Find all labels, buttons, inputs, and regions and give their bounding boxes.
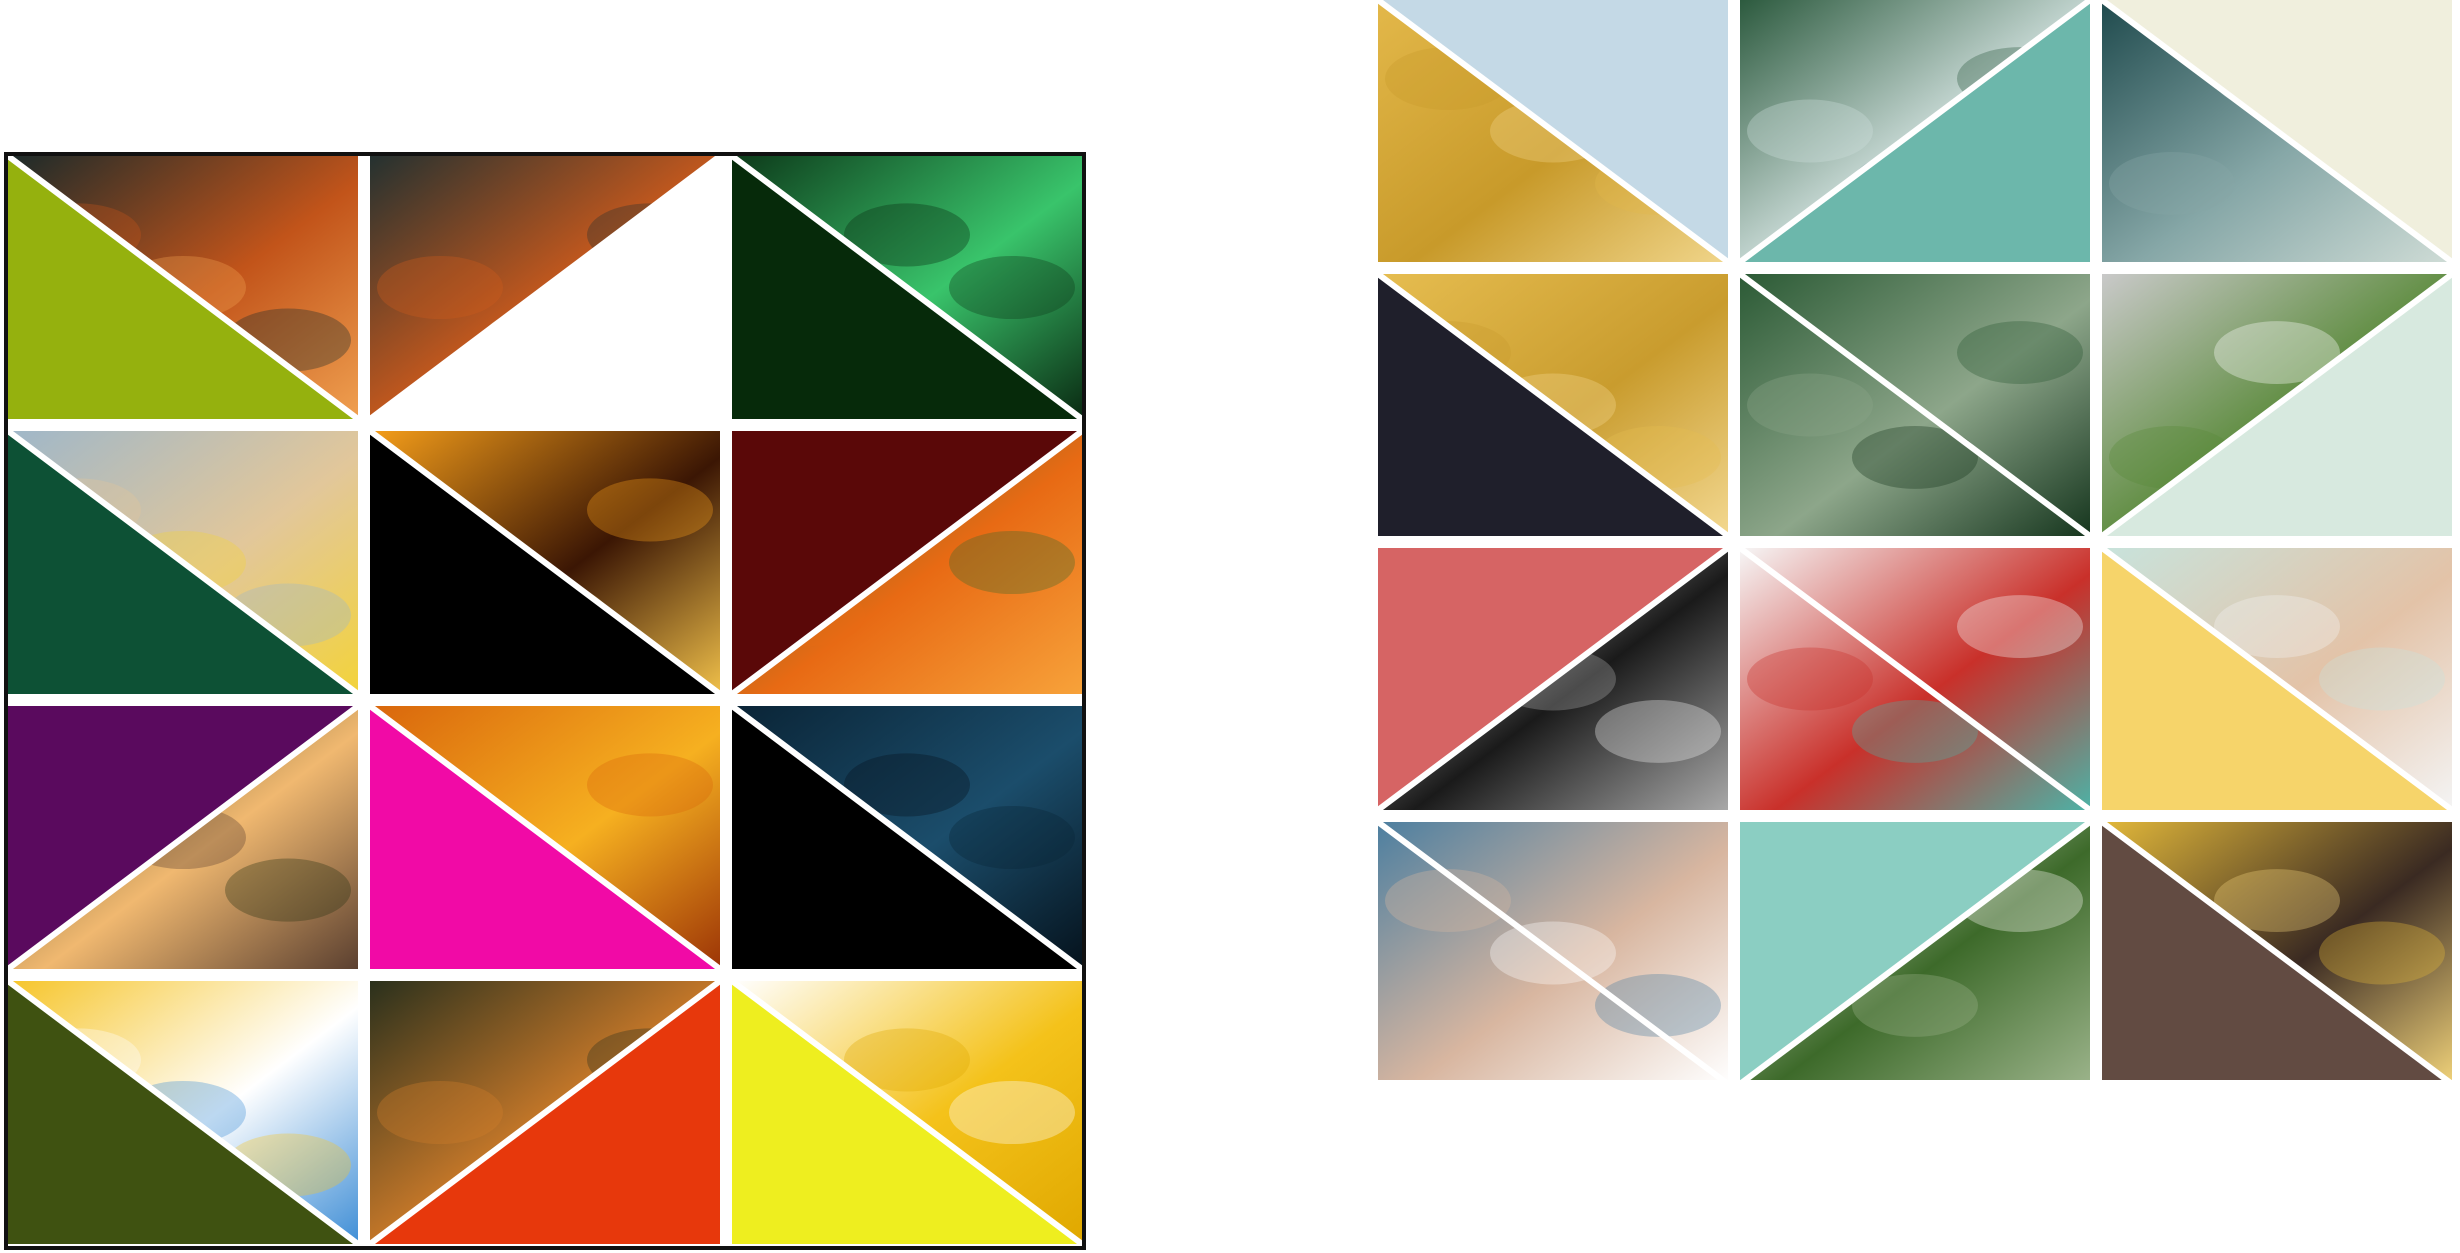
photo-texture	[949, 255, 1075, 320]
tile-smiley-on-beach	[8, 428, 360, 697]
photo-texture	[2109, 151, 2235, 215]
left-collage	[8, 156, 1084, 1246]
left-collage-svg	[8, 156, 1084, 1246]
tile-emoji-balloons	[730, 978, 1084, 1246]
photo-texture	[377, 255, 503, 320]
photo-texture	[1957, 321, 2083, 385]
photo-texture	[1747, 99, 1873, 163]
tile-yellow-knit-and-bag	[2100, 819, 2452, 1080]
photo-texture	[587, 478, 713, 542]
tile-woman-mint-sweater	[2100, 545, 2454, 813]
tile-potted-plant	[1740, 819, 2092, 1080]
tile-forest-path-sunlight	[8, 703, 360, 972]
tile-smiley-balls-closeup	[368, 703, 722, 972]
photo-texture	[1747, 647, 1873, 711]
photo-texture	[377, 1080, 503, 1145]
photo-texture	[1385, 869, 1511, 933]
photo-texture	[587, 753, 713, 817]
tile-mountain-ridge	[2100, 0, 2454, 265]
tile-night-forest-autumn	[8, 156, 360, 422]
photo-texture	[2319, 647, 2445, 711]
tile-kitchen-clock-rail	[1738, 545, 2092, 813]
tile-forest-path-dusk	[368, 978, 722, 1246]
photo-texture	[949, 530, 1075, 595]
tile-green-wave	[730, 156, 1084, 422]
tile-woman-in-yellow-flowers-2	[1378, 271, 1730, 539]
tile-box-outline-print	[2100, 271, 2454, 539]
photo-texture	[2319, 921, 2445, 985]
tile-moon-night-sky	[730, 703, 1084, 972]
right-collage-svg	[1378, 0, 2454, 1080]
photo-texture	[225, 858, 351, 922]
tile-woman-in-yellow-flowers	[1378, 0, 1730, 265]
tile-pans-and-sieve	[1378, 545, 1730, 813]
photo-texture	[1957, 595, 2083, 659]
photo-texture	[1747, 373, 1873, 437]
tile-full-moon-lake	[368, 156, 722, 422]
photo-texture	[949, 805, 1075, 870]
photo-texture	[1595, 699, 1721, 763]
photo-texture	[1595, 973, 1721, 1037]
tile-snowy-mountains-pines	[1738, 0, 2092, 265]
right-collage	[1378, 0, 2460, 1080]
photo-texture	[949, 1080, 1075, 1145]
tile-cartoon-smiley	[8, 978, 360, 1246]
tile-man-with-script-overlay	[1378, 819, 1728, 1080]
tile-pine-forest-cliffs	[1738, 271, 2092, 539]
tile-orange-poppies	[730, 428, 1084, 697]
tile-palm-sunset	[368, 428, 722, 697]
